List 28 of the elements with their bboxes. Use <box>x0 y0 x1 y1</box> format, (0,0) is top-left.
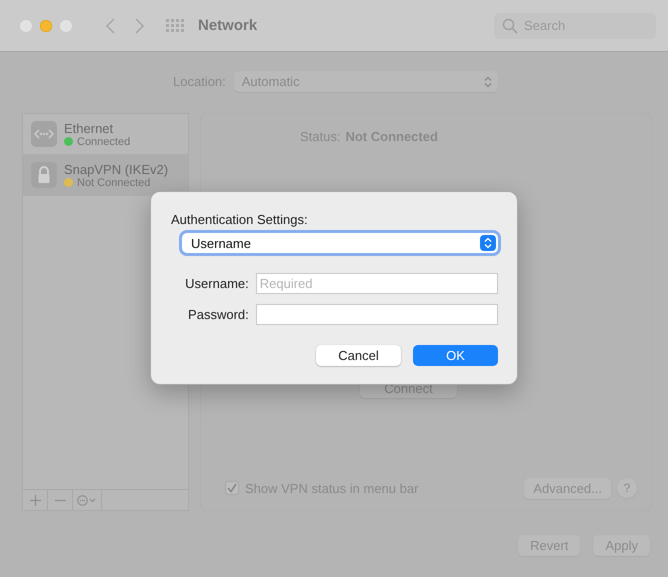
window-title: Network <box>198 17 258 34</box>
ok-button[interactable]: OK <box>413 345 498 366</box>
service-item[interactable]: SnapVPN (IKEv2) Not Connected <box>23 154 188 196</box>
input-field[interactable]: Required <box>256 273 498 294</box>
help-button[interactable]: ? <box>617 478 637 498</box>
field-label: Password: <box>187 307 249 322</box>
back-icon[interactable] <box>106 18 115 34</box>
minimize-button[interactable] <box>40 20 52 32</box>
checkbox[interactable] <box>225 481 239 495</box>
plus-icon <box>30 494 40 506</box>
ethernet-icon <box>30 120 58 148</box>
service-status: Connected <box>77 136 130 148</box>
service-item[interactable]: Ethernet Connected <box>23 114 188 154</box>
service-name: Ethernet <box>64 120 114 136</box>
search-icon <box>502 18 518 34</box>
dialog-title: Authentication Settings: <box>171 212 309 227</box>
stepper-icon <box>480 235 496 251</box>
service-name: SnapVPN (IKEv2) <box>64 162 168 176</box>
cancel-button[interactable]: Cancel <box>316 345 401 366</box>
forward-icon[interactable] <box>135 18 144 34</box>
service-status: Not Connected <box>77 176 150 188</box>
lock-icon <box>30 161 58 189</box>
authentication-method-dropdown[interactable]: Username <box>182 233 498 253</box>
more-icon <box>76 494 98 506</box>
stepper-icon <box>484 76 492 88</box>
grid-icon[interactable] <box>166 18 184 32</box>
input-field[interactable] <box>256 304 498 325</box>
field-label: Username: <box>184 276 249 291</box>
